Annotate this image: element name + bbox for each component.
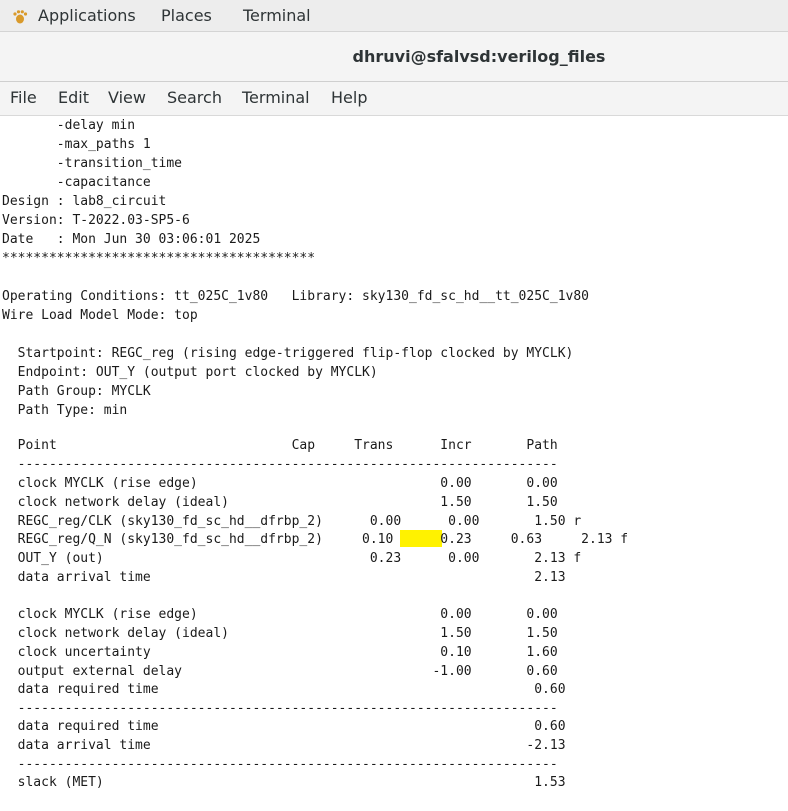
table-divider: ----------------------------------------… (2, 457, 558, 472)
table-row: clock network delay (ideal) 1.50 1.50 (2, 626, 558, 641)
terminal-app-menu[interactable]: Terminal (243, 6, 311, 25)
table-divider: ----------------------------------------… (2, 757, 558, 772)
terminal-line: Startpoint: REGC_reg (rising edge-trigge… (2, 346, 574, 361)
table-row: data arrival time 2.13 (2, 570, 566, 585)
places-menu[interactable]: Places (161, 6, 212, 25)
table-row: REGC_reg/CLK (sky130_fd_sc_hd__dfrbp_2) … (2, 514, 582, 529)
window-title: dhruvi@sfalvsd:verilog_files (352, 47, 606, 66)
table-row: data arrival time -2.13 (2, 738, 566, 753)
menu-edit[interactable]: Edit (58, 88, 89, 107)
window-titlebar[interactable]: dhruvi@sfalvsd:verilog_files (0, 32, 788, 82)
terminal-line: Wire Load Model Mode: top (2, 308, 198, 323)
gnome-foot-icon[interactable] (12, 9, 28, 25)
terminal-line: Operating Conditions: tt_025C_1v80 Libra… (2, 289, 589, 304)
menu-file[interactable]: File (10, 88, 37, 107)
menu-view[interactable]: View (108, 88, 146, 107)
table-row: OUT_Y (out) 0.23 0.00 2.13 f (2, 551, 582, 566)
terminal-line: Endpoint: OUT_Y (output port clocked by … (2, 365, 378, 380)
menu-help[interactable]: Help (331, 88, 367, 107)
table-row: clock network delay (ideal) 1.50 1.50 (2, 495, 558, 510)
table-header: Point Cap Trans Incr Path (2, 438, 558, 453)
terminal-output[interactable]: -delay min -max_paths 1 -transition_time… (0, 116, 788, 811)
terminal-line: **************************************** (2, 251, 316, 266)
table-row: REGC_reg/Q_N (sky130_fd_sc_hd__dfrbp_2) … (2, 532, 629, 547)
terminal-line: Version: T-2022.03-SP5-6 (2, 213, 190, 228)
terminal-line: -max_paths 1 (2, 137, 151, 152)
table-row: output external delay -1.00 0.60 (2, 664, 558, 679)
terminal-line: Date : Mon Jun 30 03:06:01 2025 (2, 232, 261, 247)
terminal-line: Path Type: min (2, 403, 128, 418)
table-row: data required time 0.60 (2, 719, 566, 734)
menu-bar: File Edit View Search Terminal Help (0, 82, 788, 116)
table-divider: ----------------------------------------… (2, 701, 558, 716)
menu-search[interactable]: Search (167, 88, 222, 107)
applications-menu[interactable]: Applications (38, 6, 136, 25)
terminal-line: Design : lab8_circuit (2, 194, 167, 209)
table-row: clock MYCLK (rise edge) 0.00 0.00 (2, 607, 558, 622)
menu-terminal[interactable]: Terminal (242, 88, 310, 107)
table-row: clock uncertainty 0.10 1.60 (2, 645, 558, 660)
table-row: data required time 0.60 (2, 682, 566, 697)
terminal-line: -delay min (2, 118, 136, 133)
terminal-line: -transition_time (2, 156, 183, 171)
top-panel: Applications Places Terminal (0, 0, 788, 32)
slack-row: slack (MET) 1.53 (2, 775, 566, 790)
table-row: clock MYCLK (rise edge) 0.00 0.00 (2, 476, 558, 491)
terminal-line: Path Group: MYCLK (2, 384, 151, 399)
terminal-line: -capacitance (2, 175, 151, 190)
